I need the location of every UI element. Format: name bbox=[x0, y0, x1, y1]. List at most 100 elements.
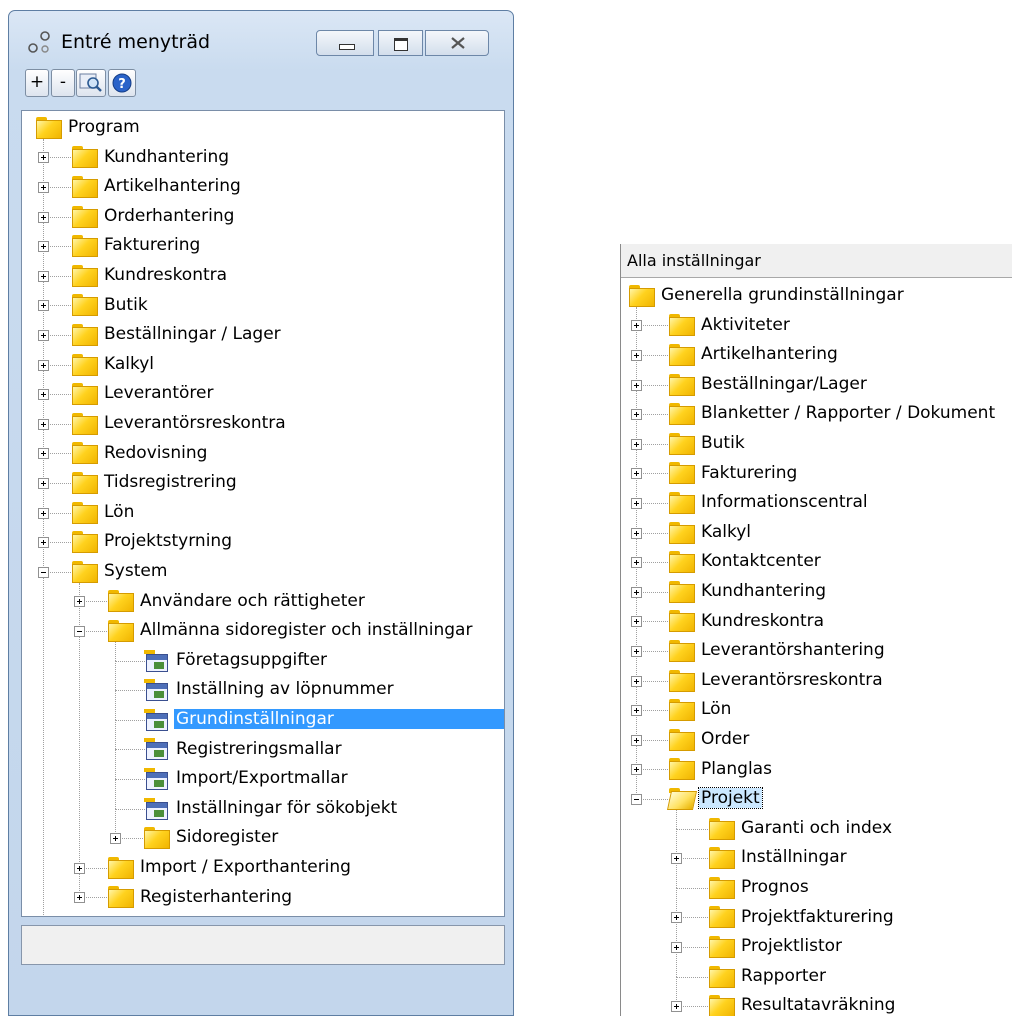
expand-icon[interactable] bbox=[631, 675, 642, 687]
expand-icon[interactable] bbox=[631, 438, 642, 450]
expand-icon[interactable] bbox=[38, 181, 49, 193]
tree-item-installningar-for-sokobjekt[interactable]: Inställningar för sökobjekt bbox=[22, 794, 504, 824]
tree-item-utskriftscentral-och-blanketter[interactable]: Utskriftscentral och Blanketter bbox=[22, 912, 504, 916]
expand-icon[interactable] bbox=[38, 418, 49, 430]
tree-item-projektfakturering[interactable]: Projektfakturering bbox=[621, 903, 1012, 933]
maximize-button[interactable] bbox=[378, 30, 423, 56]
expand-icon[interactable] bbox=[74, 892, 85, 904]
tree-item-leverantorshantering[interactable]: Leverantörshantering bbox=[621, 636, 1012, 666]
tree-item-foretagsuppgifter[interactable]: Företagsuppgifter bbox=[22, 646, 504, 676]
expand-icon[interactable] bbox=[38, 241, 49, 253]
tree-item-lon[interactable]: Lön bbox=[22, 498, 504, 528]
expand-icon[interactable] bbox=[38, 359, 49, 371]
collapse-icon[interactable] bbox=[74, 625, 85, 637]
search-button[interactable] bbox=[76, 69, 106, 97]
tree-item-orderhantering[interactable]: Orderhantering bbox=[22, 202, 504, 232]
tree-item-butik[interactable]: Butik bbox=[621, 429, 1012, 459]
tree-item-fakturering[interactable]: Fakturering bbox=[621, 459, 1012, 489]
expand-icon[interactable] bbox=[38, 270, 49, 282]
tree-item-resultatavrakning[interactable]: Resultatavräkning bbox=[621, 991, 1012, 1016]
expand-icon[interactable] bbox=[671, 1001, 682, 1013]
tree-item-bestallningar-lager[interactable]: Beställningar/Lager bbox=[621, 370, 1012, 400]
tree-item-allmanna-sidoregister-och-installningar[interactable]: Allmänna sidoregister och inställningar bbox=[22, 616, 504, 646]
expand-icon[interactable] bbox=[38, 448, 49, 460]
expand-icon[interactable] bbox=[631, 645, 642, 657]
tree-item-fakturering[interactable]: Fakturering bbox=[22, 231, 504, 261]
collapse-icon[interactable] bbox=[38, 566, 49, 578]
expand-icon[interactable] bbox=[38, 329, 49, 341]
expand-icon[interactable] bbox=[38, 477, 49, 489]
tree-item-artikelhantering[interactable]: Artikelhantering bbox=[22, 172, 504, 202]
close-button[interactable] bbox=[425, 30, 489, 56]
tree-item-installning-av-lopnummer[interactable]: Inställning av löpnummer bbox=[22, 675, 504, 705]
tree-item-projektstyrning[interactable]: Projektstyrning bbox=[22, 527, 504, 557]
expand-icon[interactable] bbox=[671, 912, 682, 924]
expand-icon[interactable] bbox=[38, 507, 49, 519]
tree-item-planglas[interactable]: Planglas bbox=[621, 755, 1012, 785]
tree-item-kundhantering[interactable]: Kundhantering bbox=[22, 143, 504, 173]
tree-item-grundinstallningar[interactable]: Grundinställningar bbox=[22, 705, 504, 735]
expand-icon[interactable] bbox=[631, 409, 642, 421]
expand-icon[interactable] bbox=[74, 862, 85, 874]
tree-item-kalkyl[interactable]: Kalkyl bbox=[621, 518, 1012, 548]
expand-icon[interactable] bbox=[38, 152, 49, 164]
tree-item-kundreskontra[interactable]: Kundreskontra bbox=[621, 607, 1012, 637]
expand-all-button[interactable]: + bbox=[25, 69, 49, 97]
expand-icon[interactable] bbox=[38, 211, 49, 223]
tree-item-leverantorer[interactable]: Leverantörer bbox=[22, 379, 504, 409]
tree-item-kundreskontra[interactable]: Kundreskontra bbox=[22, 261, 504, 291]
tree-item-installningar[interactable]: Inställningar bbox=[621, 843, 1012, 873]
expand-icon[interactable] bbox=[631, 734, 642, 746]
expand-icon[interactable] bbox=[631, 586, 642, 598]
tree-item-projekt[interactable]: Projekt bbox=[621, 784, 1012, 814]
tree-item-kalkyl[interactable]: Kalkyl bbox=[22, 350, 504, 380]
tree-item-informationscentral[interactable]: Informationscentral bbox=[621, 488, 1012, 518]
tree-item-butik[interactable]: Butik bbox=[22, 291, 504, 321]
minimize-button[interactable] bbox=[316, 30, 374, 56]
expand-icon[interactable] bbox=[631, 616, 642, 628]
tree-item-import-exportmallar[interactable]: Import/Exportmallar bbox=[22, 764, 504, 794]
tree-item-sidoregister[interactable]: Sidoregister bbox=[22, 823, 504, 853]
expand-icon[interactable] bbox=[631, 527, 642, 539]
expand-icon[interactable] bbox=[631, 705, 642, 717]
tree-item-registreringsmallar[interactable]: Registreringsmallar bbox=[22, 735, 504, 765]
collapse-all-button[interactable]: - bbox=[51, 69, 75, 97]
tree-item-artikelhantering[interactable]: Artikelhantering bbox=[621, 340, 1012, 370]
expand-icon[interactable] bbox=[631, 764, 642, 776]
tree-item-import-exporthantering[interactable]: Import / Exporthantering bbox=[22, 853, 504, 883]
expand-icon[interactable] bbox=[671, 853, 682, 865]
tree-item-leverantorsreskontra[interactable]: Leverantörsreskontra bbox=[22, 409, 504, 439]
tree-item-kundhantering[interactable]: Kundhantering bbox=[621, 577, 1012, 607]
expand-icon[interactable] bbox=[631, 349, 642, 361]
tree-item-anvandare-och-rattigheter[interactable]: Användare och rättigheter bbox=[22, 587, 504, 617]
expand-icon[interactable] bbox=[631, 379, 642, 391]
tree-item-prognos[interactable]: Prognos bbox=[621, 873, 1012, 903]
tree-item-blanketter-rapporter-dokument[interactable]: Blanketter / Rapporter / Dokument bbox=[621, 399, 1012, 429]
tree-item-projektlistor[interactable]: Projektlistor bbox=[621, 932, 1012, 962]
expand-icon[interactable] bbox=[631, 497, 642, 509]
title-bar[interactable]: Entré menyträd bbox=[9, 11, 513, 67]
tree-item-kontaktcenter[interactable]: Kontaktcenter bbox=[621, 547, 1012, 577]
tree-item-program[interactable]: Program bbox=[22, 113, 504, 143]
tree-item-lon[interactable]: Lön bbox=[621, 695, 1012, 725]
expand-icon[interactable] bbox=[631, 320, 642, 332]
expand-icon[interactable] bbox=[671, 941, 682, 953]
expand-icon[interactable] bbox=[110, 833, 121, 845]
tree-item-garanti-och-index[interactable]: Garanti och index bbox=[621, 814, 1012, 844]
tree-item-system[interactable]: System bbox=[22, 557, 504, 587]
tree-item-aktiviteter[interactable]: Aktiviteter bbox=[621, 311, 1012, 341]
tree-item-generella-grundinstallningar[interactable]: Generella grundinställningar bbox=[621, 281, 1012, 311]
tree-item-redovisning[interactable]: Redovisning bbox=[22, 439, 504, 469]
expand-icon[interactable] bbox=[38, 389, 49, 401]
tree-item-leverantorsreskontra[interactable]: Leverantörsreskontra bbox=[621, 666, 1012, 696]
tree-item-rapporter[interactable]: Rapporter bbox=[621, 962, 1012, 992]
help-button[interactable]: ? bbox=[108, 69, 136, 97]
tree-item-tidsregistrering[interactable]: Tidsregistrering bbox=[22, 468, 504, 498]
tree-item-registerhantering[interactable]: Registerhantering bbox=[22, 883, 504, 913]
collapse-icon[interactable] bbox=[631, 793, 642, 805]
expand-icon[interactable] bbox=[74, 596, 85, 608]
expand-icon[interactable] bbox=[631, 557, 642, 569]
tree-item-order[interactable]: Order bbox=[621, 725, 1012, 755]
expand-icon[interactable] bbox=[631, 468, 642, 480]
tree-item-bestallningar-lager[interactable]: Beställningar / Lager bbox=[22, 320, 504, 350]
